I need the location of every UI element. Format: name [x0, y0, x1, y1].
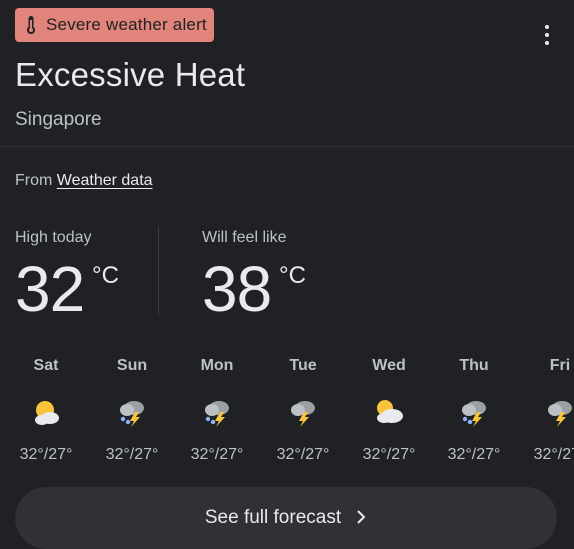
day-temps: 32°/27°: [276, 446, 330, 463]
feels-like-unit: °C: [279, 262, 306, 289]
thunderstorm-icon: [517, 386, 574, 438]
chevron-right-icon: [355, 507, 367, 533]
thunderstorm-rain-icon: [431, 386, 517, 438]
feels-like-label: Will feel like: [202, 229, 287, 246]
high-today-value: 32: [15, 253, 85, 325]
partly-sunny-icon: [3, 386, 89, 438]
thunderstorm-icon: [260, 386, 346, 438]
day-temps: 32°/27°: [362, 446, 416, 463]
source-line: From Weather data: [15, 172, 153, 190]
day-name: Sat: [33, 357, 59, 374]
daily-forecast: Sat 32°/27° Sun 32°/27° Mon 32°/27° Tue …: [0, 352, 574, 472]
see-full-forecast-label: See full forecast: [204, 507, 342, 528]
day-name: Mon: [200, 357, 234, 374]
day-temps: 32°/27°: [447, 446, 501, 463]
forecast-day[interactable]: Thu 32°/27°: [431, 352, 517, 464]
thermometer-icon: [24, 15, 38, 35]
day-name: Thu: [459, 357, 489, 374]
stat-divider: [158, 227, 159, 315]
day-temps: 32°/27°: [533, 446, 574, 463]
see-full-forecast-button[interactable]: See full forecast: [15, 487, 557, 549]
partly-cloudy-icon: [346, 386, 432, 438]
feels-like-value: 38: [202, 253, 272, 325]
forecast-day[interactable]: Wed 32°/27°: [346, 352, 432, 464]
alert-title: Excessive Heat: [15, 56, 246, 93]
forecast-day[interactable]: Sun 32°/27°: [89, 352, 175, 464]
divider: [0, 146, 574, 147]
location-label: Singapore: [15, 109, 102, 130]
source-prefix: From: [15, 172, 53, 189]
high-today-unit: °C: [92, 262, 119, 289]
severe-weather-alert-chip[interactable]: Severe weather alert: [15, 8, 214, 42]
forecast-day[interactable]: Tue 32°/27°: [260, 352, 346, 464]
thunderstorm-rain-icon: [174, 386, 260, 438]
more-vert-icon[interactable]: [534, 20, 560, 50]
day-temps: 32°/27°: [105, 446, 159, 463]
day-name: Tue: [289, 357, 317, 374]
day-name: Wed: [372, 357, 406, 374]
forecast-day[interactable]: Sat 32°/27°: [3, 352, 89, 464]
forecast-day[interactable]: Fri 32°/27°: [517, 352, 574, 464]
day-name: Fri: [549, 357, 571, 374]
weather-data-link[interactable]: Weather data: [57, 172, 153, 189]
day-temps: 32°/27°: [19, 446, 73, 463]
day-name: Sun: [116, 357, 148, 374]
high-today-label: High today: [15, 229, 92, 246]
day-temps: 32°/27°: [190, 446, 244, 463]
forecast-day[interactable]: Mon 32°/27°: [174, 352, 260, 464]
thunderstorm-rain-icon: [89, 386, 175, 438]
alert-label: Severe weather alert: [46, 15, 207, 34]
